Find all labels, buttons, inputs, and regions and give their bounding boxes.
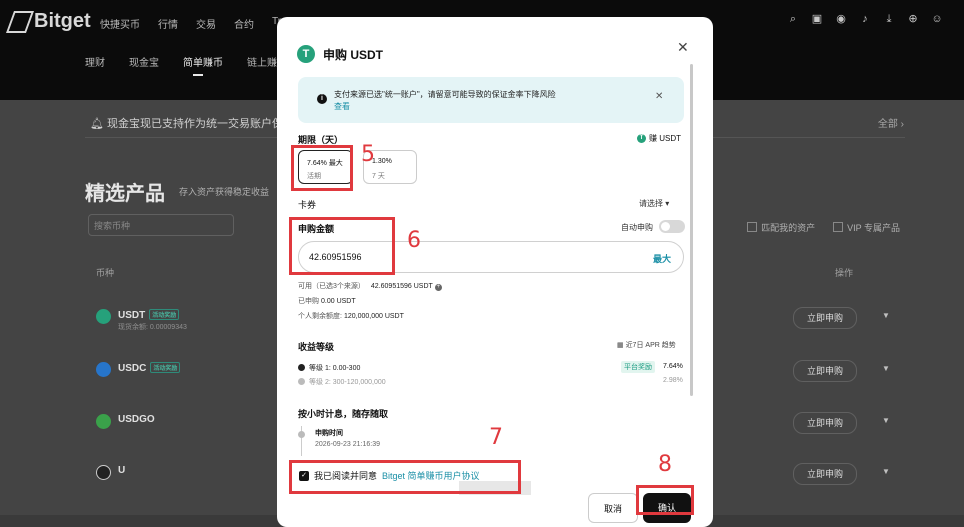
- annotation-box-8: [636, 485, 694, 515]
- max-button[interactable]: 最大: [653, 252, 671, 265]
- wallet-icon[interactable]: ▣: [810, 12, 824, 26]
- chevron-down-icon[interactable]: ▼: [882, 311, 890, 320]
- platform-bonus-badge: 平台奖励: [621, 361, 655, 373]
- coin-name: U: [118, 465, 126, 476]
- toolbar-icons: ⌕ ▣ ◉ ♪ ⤓ ⊕ ☺: [786, 12, 944, 26]
- add-icon[interactable]: +: [434, 284, 442, 291]
- brand-logo[interactable]: Bitget: [5, 10, 91, 33]
- usdgo-coin-icon: [96, 414, 111, 429]
- nav-item-trade[interactable]: 交易: [196, 16, 216, 31]
- tier-1: 等级 1: 0.00-300: [298, 363, 360, 373]
- alert-view-link[interactable]: 查看: [334, 101, 350, 112]
- available-info: 可用（已选3个来源） 42.60951596 USDT +: [298, 283, 442, 291]
- globe-icon[interactable]: ⊕: [906, 12, 920, 26]
- close-icon[interactable]: ✕: [677, 39, 689, 56]
- auto-subscribe-label: 自动申购: [621, 223, 653, 232]
- logo-icon: [5, 10, 35, 33]
- main-nav: 快捷买币 行情 交易 合约 Tra: [100, 16, 287, 31]
- coupon-label: 卡券: [298, 200, 317, 210]
- cancel-button[interactable]: 取消: [588, 493, 638, 523]
- checkbox-icon: [833, 222, 844, 232]
- timeline-title: 申购时间: [315, 430, 343, 437]
- chart-icon: ▦: [617, 342, 626, 349]
- chevron-down-icon[interactable]: ▼: [882, 467, 890, 476]
- coin-name: USDGO: [118, 414, 155, 425]
- coin-name: USDT 活动奖励: [118, 309, 180, 321]
- coin-search-input[interactable]: 搜索币种: [88, 214, 234, 236]
- alert-text: 支付来源已选"统一账户"，请留意可能导致的保证金率下降风险: [334, 90, 556, 99]
- modal-scrollbar[interactable]: [690, 64, 693, 396]
- usdt-coin-icon: [96, 309, 111, 324]
- nav-item-markets[interactable]: 行情: [158, 16, 178, 31]
- apr-trend-link[interactable]: ▦ 近7日 APR 趋势: [617, 340, 676, 350]
- u-coin-icon: [96, 465, 111, 480]
- coin-balance: 现货余额: 0.00009343: [118, 324, 187, 331]
- annotation-number-5: 5: [361, 142, 375, 167]
- nav-item-futures[interactable]: 合约: [234, 16, 254, 31]
- subnav-item-simple-earn[interactable]: 简单赚币: [183, 54, 223, 76]
- earn-label: T赚 USDT: [637, 133, 681, 144]
- check-icon: [298, 364, 305, 371]
- hourly-interest-label: 按小时计息，随存随取: [298, 409, 389, 419]
- close-icon[interactable]: ✕: [655, 91, 663, 102]
- coin-name: USDC 活动奖励: [118, 362, 181, 374]
- chevron-down-icon[interactable]: ▼: [882, 364, 890, 373]
- info-icon: i: [317, 94, 327, 104]
- section-subtitle: 存入资产获得稳定收益: [179, 187, 270, 197]
- subnav-item-finance[interactable]: 理财: [85, 54, 105, 69]
- usdc-coin-icon: [96, 362, 111, 377]
- check-icon: [298, 378, 305, 385]
- filter-bar: 匹配我的资产 VIP 专属产品: [747, 221, 900, 234]
- column-header-coin: 币种: [96, 268, 115, 278]
- status-badge: 活动奖励: [149, 309, 180, 320]
- subnav-item-savings[interactable]: 现金宝: [129, 54, 159, 69]
- risk-alert: i 支付来源已选"统一账户"，请留意可能导致的保证金率下降风险 查看 ✕: [298, 77, 684, 123]
- bell-icon: 🔔︎: [90, 118, 108, 130]
- timeline-time: 2026-09-23 21:16:39: [315, 441, 380, 448]
- modal-header: T 申购 USDT: [297, 45, 383, 63]
- column-header-action: 操作: [835, 268, 854, 278]
- notice-bar: 🔔︎ 现金宝现已支持作为统一交易账户保: [90, 118, 284, 130]
- user-icon[interactable]: ◉: [834, 12, 848, 26]
- annotation-number-7: 7: [489, 425, 503, 450]
- tier-1-rate: 7.64%: [663, 363, 683, 370]
- subscribe-button[interactable]: 立即申购: [793, 463, 857, 485]
- annotation-number-8: 8: [658, 452, 672, 477]
- avatar-icon[interactable]: ☺: [930, 12, 944, 26]
- section-title: 精选产品: [85, 183, 165, 205]
- coupon-select[interactable]: 请选择 ▾: [639, 198, 669, 209]
- annotation-number-6: 6: [407, 228, 421, 253]
- search-icon[interactable]: ⌕: [786, 12, 800, 26]
- annotation-box-7: [289, 460, 521, 494]
- annotation-box-5: [291, 145, 353, 191]
- checkbox-icon: [747, 222, 758, 232]
- vip-filter[interactable]: VIP 专属产品: [833, 221, 900, 234]
- annotation-box-6: [289, 217, 395, 275]
- usdt-icon: T: [297, 45, 315, 63]
- nav-item-quick-buy[interactable]: 快捷买币: [100, 16, 140, 31]
- usdt-icon: T: [637, 134, 646, 143]
- view-all-link[interactable]: 全部 ›: [878, 115, 904, 130]
- download-icon[interactable]: ⤓: [882, 12, 896, 26]
- quota-info: 个人剩余额度: 120,000,000 USDT: [298, 313, 404, 320]
- subscribed-info: 已申购 0.00 USDT: [298, 298, 356, 305]
- subscribe-button[interactable]: 立即申购: [793, 412, 857, 434]
- timeline-dot: [298, 431, 305, 438]
- auto-subscribe-toggle[interactable]: [659, 220, 685, 233]
- bell-icon[interactable]: ♪: [858, 12, 872, 26]
- match-assets-filter[interactable]: 匹配我的资产: [747, 221, 815, 234]
- status-badge: 活动奖励: [150, 362, 181, 373]
- modal-title: 申购 USDT: [323, 47, 384, 62]
- tier-2-rate: 2.98%: [663, 377, 683, 384]
- sub-nav: 理财 现金宝 简单赚币 链上赚币: [85, 54, 287, 76]
- subscribe-button[interactable]: 立即申购: [793, 307, 857, 329]
- subscribe-button[interactable]: 立即申购: [793, 360, 857, 382]
- tier-label: 收益等级: [298, 342, 335, 352]
- chevron-down-icon[interactable]: ▼: [882, 416, 890, 425]
- tier-2: 等级 2: 300-120,000,000: [298, 377, 386, 387]
